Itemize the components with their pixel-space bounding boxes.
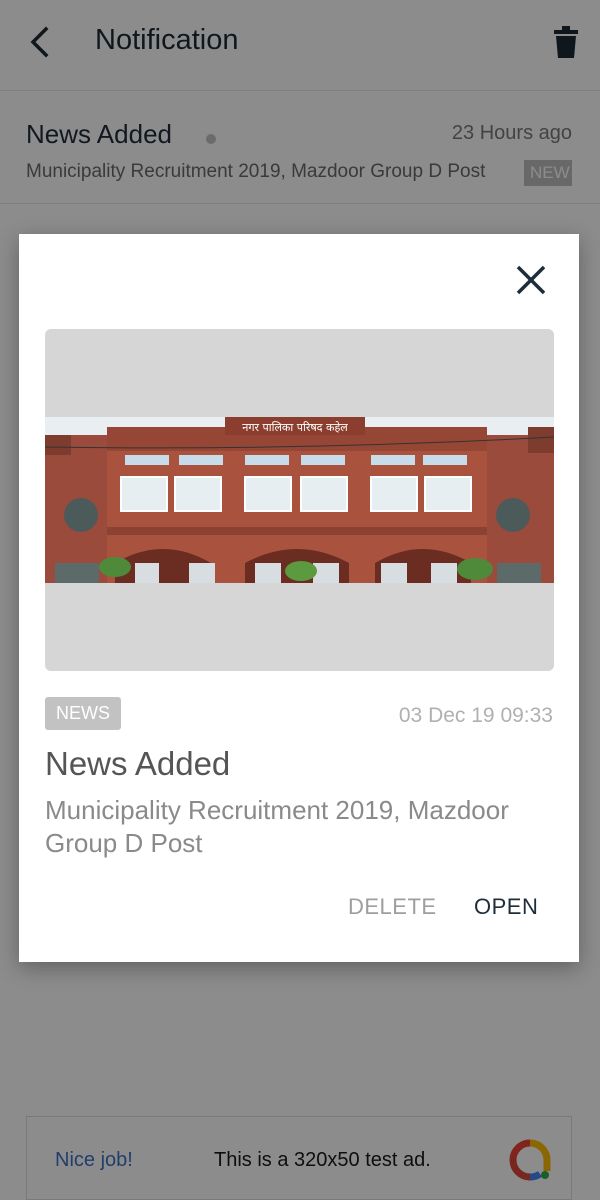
notification-screen: Notification News Added 23 Hours ago Mun… <box>0 0 600 1200</box>
date-label: 03 Dec 19 09:33 <box>398 704 553 727</box>
signboard-text: नगर पालिका परिषद कहेल <box>242 421 348 434</box>
close-icon <box>516 265 546 300</box>
delete-button[interactable]: DELETE <box>348 894 437 920</box>
open-button[interactable]: OPEN <box>474 894 538 920</box>
dialog-body: Municipality Recruitment 2019, Mazdoor G… <box>45 795 509 858</box>
building-photo: नगर पालिका परिषद कहेल <box>45 417 554 583</box>
news-image: नगर पालिका परिषद कहेल <box>45 329 554 671</box>
dialog-title: News Added <box>45 745 231 782</box>
close-button[interactable] <box>509 260 553 304</box>
notification-dialog: नगर पालिका परिषद कहेल NEWS 03 Dec 19 09:… <box>19 234 579 962</box>
category-badge: NEWS <box>45 697 121 730</box>
